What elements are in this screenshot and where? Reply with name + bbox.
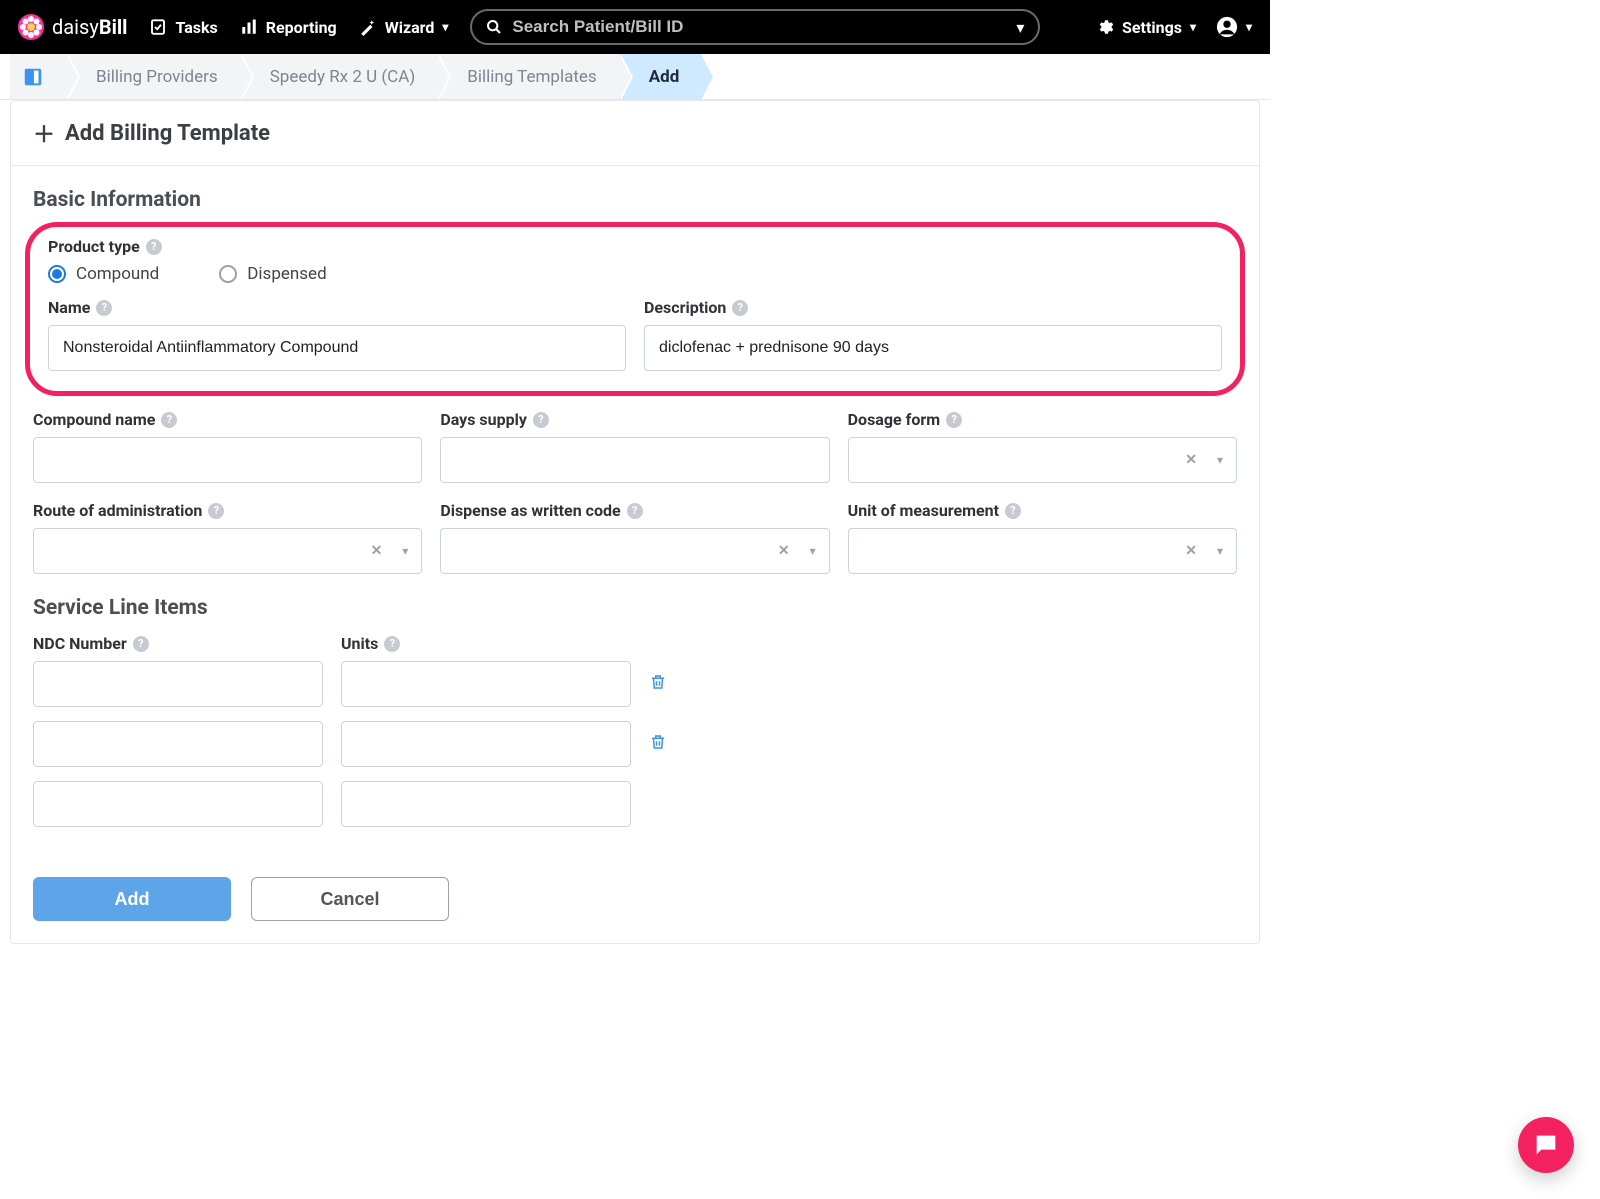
help-icon[interactable]: ? bbox=[208, 503, 224, 519]
breadcrumb-home[interactable] bbox=[10, 54, 66, 99]
user-circle-icon bbox=[1216, 16, 1238, 38]
basic-information-heading: Basic Information bbox=[33, 188, 1237, 212]
flower-icon bbox=[18, 14, 44, 40]
help-icon[interactable]: ? bbox=[627, 503, 643, 519]
wizard-icon bbox=[359, 18, 377, 36]
brand-logo[interactable]: daisyBill bbox=[18, 14, 127, 40]
radio-compound[interactable]: Compound bbox=[48, 264, 159, 284]
units-label: Units? bbox=[341, 634, 631, 653]
uom-label: Unit of measurement? bbox=[848, 501, 1237, 520]
clear-icon[interactable]: ✕ bbox=[1185, 452, 1197, 468]
units-input[interactable] bbox=[341, 721, 631, 767]
help-icon[interactable]: ? bbox=[133, 636, 149, 652]
cancel-button[interactable]: Cancel bbox=[251, 877, 449, 921]
clear-icon[interactable]: ✕ bbox=[778, 543, 790, 559]
route-select[interactable] bbox=[33, 528, 422, 574]
product-type-radios: Compound Dispensed bbox=[48, 264, 1222, 284]
chevron-down-icon[interactable]: ▾ bbox=[1217, 453, 1223, 467]
help-icon[interactable]: ? bbox=[96, 300, 112, 316]
nav-account[interactable]: ▾ bbox=[1216, 16, 1252, 38]
delete-row-button[interactable] bbox=[649, 733, 689, 755]
radio-icon bbox=[219, 265, 237, 283]
units-input[interactable] bbox=[341, 661, 631, 707]
dispense-code-label: Dispense as written code? bbox=[440, 501, 829, 520]
chevron-down-icon[interactable]: ▾ bbox=[1217, 544, 1223, 558]
help-chat-button[interactable] bbox=[1518, 1117, 1574, 1173]
chevron-down-icon[interactable]: ▾ bbox=[810, 544, 816, 558]
page-title: Add Billing Template bbox=[65, 121, 270, 146]
search-bar[interactable]: ▾ bbox=[470, 9, 1040, 45]
form-actions: Add Cancel bbox=[33, 877, 1237, 921]
delete-row-button[interactable] bbox=[649, 673, 689, 695]
breadcrumb-billing-templates[interactable]: Billing Templates bbox=[437, 54, 618, 99]
description-input[interactable] bbox=[644, 325, 1222, 371]
chevron-down-icon[interactable]: ▾ bbox=[1016, 18, 1024, 37]
radio-icon bbox=[48, 265, 66, 283]
breadcrumb-speedy-rx[interactable]: Speedy Rx 2 U (CA) bbox=[240, 54, 438, 99]
route-label: Route of administration? bbox=[33, 501, 422, 520]
units-input[interactable] bbox=[341, 781, 631, 827]
breadcrumbs: Billing Providers Speedy Rx 2 U (CA) Bil… bbox=[0, 54, 1270, 100]
search-input[interactable] bbox=[512, 17, 1006, 37]
dispense-code-select[interactable] bbox=[440, 528, 829, 574]
sli-row bbox=[33, 721, 1237, 767]
service-line-items: Service Line Items NDC Number? Units? bbox=[33, 596, 1237, 827]
gear-icon bbox=[1096, 18, 1114, 36]
dosage-form-label: Dosage form? bbox=[848, 410, 1237, 429]
help-icon[interactable]: ? bbox=[732, 300, 748, 316]
nav-reporting[interactable]: Reporting bbox=[240, 18, 337, 37]
name-label: Name ? bbox=[48, 298, 626, 317]
uom-select[interactable] bbox=[848, 528, 1237, 574]
days-supply-label: Days supply? bbox=[440, 410, 829, 429]
ndc-input[interactable] bbox=[33, 781, 323, 827]
help-icon[interactable]: ? bbox=[533, 412, 549, 428]
dosage-form-select[interactable] bbox=[848, 437, 1237, 483]
breadcrumb-billing-providers[interactable]: Billing Providers bbox=[66, 54, 240, 99]
help-icon[interactable]: ? bbox=[1005, 503, 1021, 519]
name-input[interactable] bbox=[48, 325, 626, 371]
tasks-icon bbox=[149, 18, 167, 36]
chevron-down-icon: ▾ bbox=[1246, 20, 1252, 34]
compound-name-input[interactable] bbox=[33, 437, 422, 483]
top-nav: daisyBill Tasks Reporting Wizard ▾ ▾ Set… bbox=[0, 0, 1270, 54]
nav-tasks[interactable]: Tasks bbox=[149, 18, 217, 37]
help-icon[interactable]: ? bbox=[946, 412, 962, 428]
nav-wizard[interactable]: Wizard ▾ bbox=[359, 18, 449, 37]
nav-settings[interactable]: Settings ▾ bbox=[1096, 18, 1196, 37]
radio-dispensed[interactable]: Dispensed bbox=[219, 264, 326, 284]
help-icon[interactable]: ? bbox=[146, 239, 162, 255]
highlighted-section: Product type ? Compound Dispensed Name ? bbox=[25, 222, 1245, 396]
reporting-icon bbox=[240, 18, 258, 36]
help-icon[interactable]: ? bbox=[384, 636, 400, 652]
compound-name-label: Compound name? bbox=[33, 410, 422, 429]
sli-heading: Service Line Items bbox=[33, 596, 1237, 620]
ndc-input[interactable] bbox=[33, 661, 323, 707]
home-icon bbox=[22, 66, 44, 88]
ndc-label: NDC Number? bbox=[33, 634, 323, 653]
product-type-label: Product type ? bbox=[48, 237, 1222, 256]
chevron-down-icon: ▾ bbox=[1190, 20, 1196, 34]
add-button[interactable]: Add bbox=[33, 877, 231, 921]
days-supply-input[interactable] bbox=[440, 437, 829, 483]
chevron-down-icon[interactable]: ▾ bbox=[402, 544, 408, 558]
trash-icon bbox=[649, 673, 667, 691]
description-label: Description ? bbox=[644, 298, 1222, 317]
chat-icon bbox=[1532, 1131, 1560, 1159]
help-icon[interactable]: ? bbox=[161, 412, 177, 428]
brand-suffix: Bill bbox=[99, 15, 128, 39]
trash-icon bbox=[649, 733, 667, 751]
sli-row bbox=[33, 781, 1237, 827]
ndc-input[interactable] bbox=[33, 721, 323, 767]
clear-icon[interactable]: ✕ bbox=[1185, 543, 1197, 559]
card-header: ＋ Add Billing Template bbox=[11, 101, 1259, 166]
plus-icon: ＋ bbox=[33, 117, 55, 149]
clear-icon[interactable]: ✕ bbox=[371, 543, 383, 559]
search-icon bbox=[486, 19, 502, 35]
add-billing-template-card: ＋ Add Billing Template Basic Information… bbox=[10, 100, 1260, 944]
sli-row bbox=[33, 661, 1237, 707]
brand-prefix: daisy bbox=[52, 15, 99, 39]
chevron-down-icon: ▾ bbox=[442, 20, 448, 34]
